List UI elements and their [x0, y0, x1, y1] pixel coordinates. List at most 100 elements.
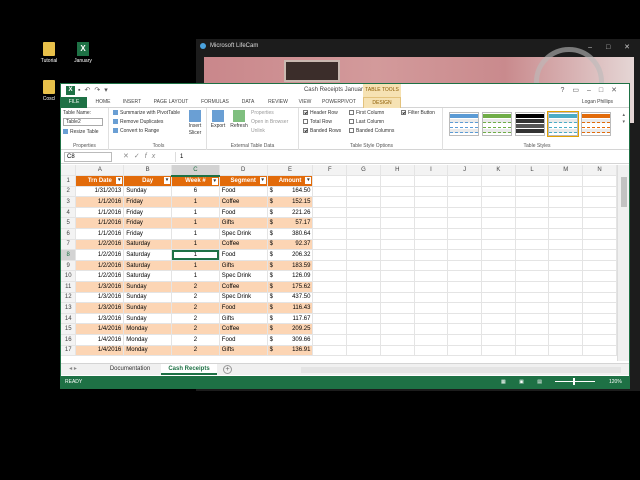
empty-cell[interactable] — [346, 207, 381, 219]
add-sheet-icon[interactable]: + — [223, 365, 232, 374]
cell-day[interactable]: Friday — [123, 207, 173, 219]
enter-icon[interactable]: ✓ — [134, 153, 145, 160]
column-header-k[interactable]: K — [481, 165, 516, 177]
empty-cell[interactable] — [447, 175, 482, 187]
empty-cell[interactable] — [515, 249, 550, 261]
cell-trn-date[interactable]: 1/4/2016 — [75, 345, 125, 357]
row-header[interactable]: 17 — [61, 345, 77, 357]
empty-cell[interactable] — [312, 207, 348, 219]
empty-cell[interactable] — [346, 228, 381, 240]
empty-cell[interactable] — [312, 270, 348, 283]
cell-amount[interactable]: $209.25 — [267, 323, 314, 335]
cell-amount[interactable]: $164.50 — [267, 186, 314, 198]
cell-segment[interactable]: Spec Drink — [219, 228, 268, 240]
empty-cell[interactable] — [481, 313, 516, 325]
empty-cell[interactable] — [414, 270, 449, 283]
empty-cell[interactable] — [548, 207, 584, 219]
cell-segment[interactable]: Gifts — [219, 260, 268, 272]
table-header-cell[interactable]: Week # — [171, 175, 220, 187]
row-header[interactable]: 6 — [61, 228, 77, 240]
minimize-icon[interactable]: – — [587, 87, 599, 94]
empty-cell[interactable] — [481, 334, 516, 346]
cell-week[interactable]: 2 — [171, 292, 220, 304]
empty-cell[interactable] — [582, 334, 617, 346]
cell-trn-date[interactable]: 1/2/2016 — [75, 270, 125, 283]
empty-cell[interactable] — [582, 292, 617, 304]
empty-cell[interactable] — [312, 334, 348, 346]
row-header[interactable]: 14 — [61, 313, 77, 325]
empty-cell[interactable] — [447, 292, 482, 304]
table-header-cell[interactable]: Day — [123, 175, 173, 187]
empty-cell[interactable] — [481, 249, 516, 261]
empty-cell[interactable] — [548, 217, 584, 230]
remove-duplicates-button[interactable]: Remove Duplicates — [113, 119, 163, 126]
empty-cell[interactable] — [346, 175, 381, 187]
empty-cell[interactable] — [414, 260, 449, 272]
empty-cell[interactable] — [414, 281, 449, 293]
cell-week[interactable]: 1 — [171, 217, 220, 230]
table-style-swatch[interactable] — [581, 112, 611, 136]
empty-cell[interactable] — [548, 313, 584, 325]
empty-cell[interactable] — [346, 313, 381, 325]
empty-cell[interactable] — [380, 186, 415, 198]
cell-segment[interactable]: Food — [219, 207, 268, 219]
cell-segment[interactable]: Coffee — [219, 323, 268, 335]
tab-review[interactable]: REVIEW — [263, 97, 293, 108]
tab-page-layout[interactable]: PAGE LAYOUT — [149, 97, 193, 108]
empty-cell[interactable] — [414, 334, 449, 346]
cell-amount[interactable]: $136.91 — [267, 345, 314, 357]
cell-week[interactable]: 1 — [171, 207, 220, 219]
empty-cell[interactable] — [414, 186, 449, 198]
cell-trn-date[interactable]: 1/3/2016 — [75, 313, 125, 325]
empty-cell[interactable] — [447, 249, 482, 261]
empty-cell[interactable] — [481, 217, 516, 230]
cell-day[interactable]: Sunday — [123, 302, 173, 314]
cell-trn-date[interactable]: 1/4/2016 — [75, 323, 125, 335]
table-style-swatch[interactable] — [449, 112, 479, 136]
empty-cell[interactable] — [380, 292, 415, 304]
empty-cell[interactable] — [515, 270, 550, 283]
empty-cell[interactable] — [481, 323, 516, 335]
filter-button-checkbox[interactable]: Filter Button — [401, 110, 435, 117]
cell-amount[interactable]: $152.15 — [267, 196, 314, 208]
cell-day[interactable]: Sunday — [123, 313, 173, 325]
empty-cell[interactable] — [346, 281, 381, 293]
empty-cell[interactable] — [447, 228, 482, 240]
empty-cell[interactable] — [582, 228, 617, 240]
empty-cell[interactable] — [447, 323, 482, 335]
cell-week[interactable]: 2 — [171, 323, 220, 335]
empty-cell[interactable] — [447, 260, 482, 272]
cell-amount[interactable]: $309.66 — [267, 334, 314, 346]
empty-cell[interactable] — [346, 323, 381, 335]
close-icon[interactable]: ✕ — [611, 87, 625, 94]
empty-cell[interactable] — [447, 239, 482, 251]
empty-cell[interactable] — [481, 175, 516, 187]
table-header-cell[interactable]: Trn Date — [75, 175, 125, 187]
empty-cell[interactable] — [380, 196, 415, 208]
empty-cell[interactable] — [312, 175, 348, 187]
empty-cell[interactable] — [312, 260, 348, 272]
empty-cell[interactable] — [582, 260, 617, 272]
empty-cell[interactable] — [447, 207, 482, 219]
empty-cell[interactable] — [447, 186, 482, 198]
empty-cell[interactable] — [548, 196, 584, 208]
empty-cell[interactable] — [481, 281, 516, 293]
cell-day[interactable]: Saturday — [123, 260, 173, 272]
empty-cell[interactable] — [346, 270, 381, 283]
empty-cell[interactable] — [481, 270, 516, 283]
empty-cell[interactable] — [548, 302, 584, 314]
cell-day[interactable]: Sunday — [123, 186, 173, 198]
unlink-button[interactable]: Unlink — [251, 128, 265, 135]
cell-day[interactable]: Friday — [123, 217, 173, 230]
total-row-checkbox[interactable]: Total Row — [303, 119, 332, 126]
cell-day[interactable]: Saturday — [123, 239, 173, 251]
cell-segment[interactable]: Coffee — [219, 281, 268, 293]
empty-cell[interactable] — [312, 239, 348, 251]
maximize-icon[interactable]: □ — [599, 87, 611, 94]
cell-amount[interactable]: $92.37 — [267, 239, 314, 251]
row-header[interactable]: 10 — [61, 270, 77, 283]
empty-cell[interactable] — [414, 302, 449, 314]
cell-week[interactable]: 1 — [171, 249, 220, 261]
cancel-icon[interactable]: ✕ — [123, 153, 134, 160]
tab-view[interactable]: VIEW — [295, 97, 315, 108]
